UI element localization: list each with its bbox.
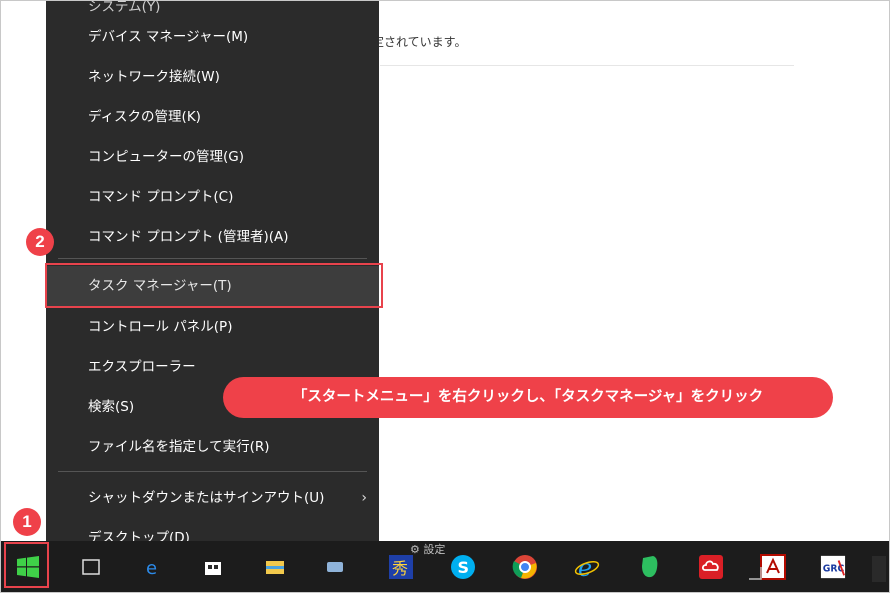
menu-item-label: シャットダウンまたはサインアウト(U): [88, 490, 325, 506]
menu-item-label: デバイス マネージャー(M): [88, 29, 249, 45]
divider: [380, 65, 794, 66]
menu-item-label: 検索(S): [88, 399, 135, 415]
menu-item-system[interactable]: システム(Y): [46, 0, 379, 14]
menu-item-label: ファイル名を指定して実行(R): [88, 439, 270, 455]
menu-item-command-prompt[interactable]: コマンド プロンプト(C): [46, 177, 379, 217]
store-icon[interactable]: [200, 554, 226, 580]
evernote-icon[interactable]: [636, 554, 662, 580]
chevron-right-icon: ›: [361, 490, 367, 506]
app-icon[interactable]: [322, 554, 348, 580]
menu-item-label: エクスプローラー: [88, 359, 196, 375]
menu-item-label: コントロール パネル(P): [88, 319, 233, 335]
svg-text:e: e: [146, 558, 157, 578]
menu-item-run[interactable]: ファイル名を指定して実行(R): [46, 427, 379, 467]
chrome-icon[interactable]: [512, 554, 538, 580]
menu-item-label: システム(Y): [88, 0, 161, 14]
menu-item-shutdown[interactable]: シャットダウンまたはサインアウト(U) ›: [46, 478, 379, 518]
creative-cloud-icon[interactable]: [698, 554, 724, 580]
ime-icon[interactable]: 秀: [388, 554, 414, 580]
file-explorer-icon[interactable]: [262, 554, 288, 580]
menu-item-label: ネットワーク接続(W): [88, 69, 220, 85]
menu-item-label: コマンド プロンプト(C): [88, 189, 234, 205]
menu-separator: [58, 471, 367, 472]
menu-item-label: コンピューターの管理(G): [88, 149, 244, 165]
background-text: 定されています。: [372, 35, 467, 49]
step-1-badge: 1: [13, 508, 41, 536]
step-2-badge: 2: [26, 228, 54, 256]
menu-item-label: ディスクの管理(K): [88, 109, 201, 125]
menu-item-network-connections[interactable]: ネットワーク接続(W): [46, 57, 379, 97]
menu-item-computer-management[interactable]: コンピューターの管理(G): [46, 137, 379, 177]
internet-explorer-icon[interactable]: e: [574, 554, 600, 580]
settings-search-stub: ⚙ 設定: [410, 543, 446, 556]
skype-icon[interactable]: S: [450, 554, 476, 580]
acrobat-icon[interactable]: [760, 554, 786, 580]
instruction-callout: 「スタートメニュー」を右クリックし、「タスクマネージャ」をクリック: [223, 377, 833, 418]
menu-item-label: コマンド プロンプト (管理者)(A): [88, 229, 289, 245]
greenshot-icon[interactable]: GRC: [820, 554, 846, 580]
menu-item-disk-management[interactable]: ディスクの管理(K): [46, 97, 379, 137]
menu-item-device-manager[interactable]: デバイス マネージャー(M): [46, 17, 379, 57]
task-manager-highlight: [45, 263, 383, 308]
menu-separator: [58, 258, 367, 259]
tray-edge: [872, 556, 886, 582]
edge-icon[interactable]: e: [140, 554, 166, 580]
menu-item-control-panel[interactable]: コントロール パネル(P): [46, 307, 379, 347]
svg-text:秀: 秀: [392, 559, 408, 578]
start-button-highlight: [4, 542, 49, 588]
network-icon[interactable]: [748, 566, 762, 580]
svg-text:e: e: [578, 554, 592, 580]
svg-text:S: S: [458, 558, 470, 577]
task-view-icon[interactable]: [78, 554, 104, 580]
menu-item-command-prompt-admin[interactable]: コマンド プロンプト (管理者)(A): [46, 217, 379, 257]
